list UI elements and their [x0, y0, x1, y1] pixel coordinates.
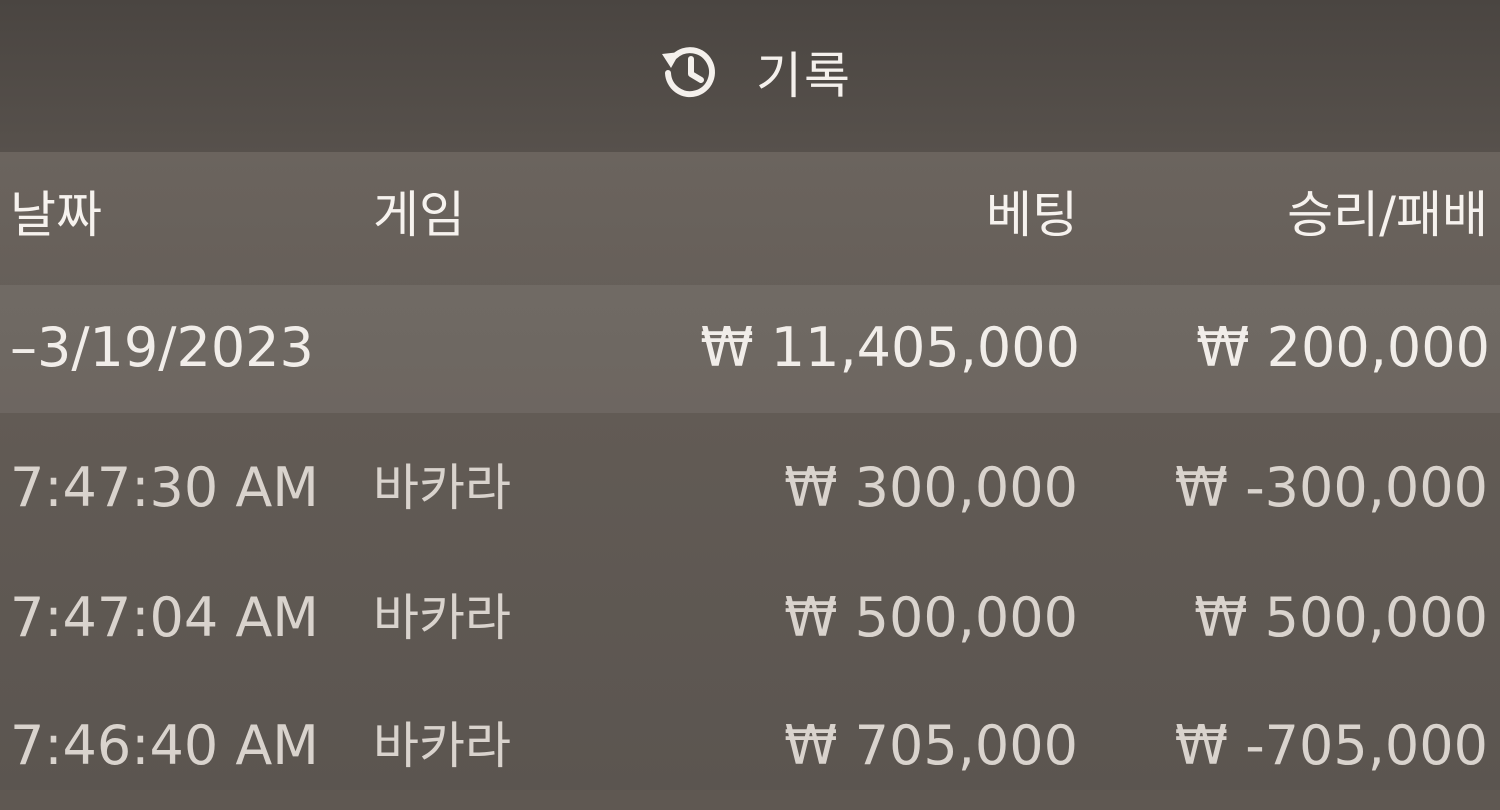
history-icon	[658, 40, 722, 104]
row-game: 바카라	[373, 459, 511, 517]
group-total-result: ₩ 200,000	[1196, 316, 1490, 379]
row-result: ₩ -300,000	[1174, 456, 1488, 519]
group-total-bet: ₩ 11,405,000	[700, 316, 1080, 379]
history-table[interactable]: 날짜 게임 베팅 승리/패배 –3/19/2023 ₩ 11,405,000 ₩…	[0, 152, 1500, 790]
row-time: 7:47:30 AM	[10, 456, 319, 519]
column-header-game: 게임	[373, 186, 465, 244]
table-row[interactable]: 7:47:04 AM 바카라 ₩ 500,000 ₩ 500,000	[0, 554, 1500, 682]
table-row[interactable]: 7:47:30 AM 바카라 ₩ 300,000 ₩ -300,000	[0, 424, 1500, 552]
page-title: 기록	[756, 47, 852, 105]
column-header-result: 승리/패배	[1287, 186, 1488, 244]
group-date: –3/19/2023	[10, 316, 314, 379]
date-group-row[interactable]: –3/19/2023 ₩ 11,405,000 ₩ 200,000	[0, 285, 1500, 413]
row-bet: ₩ 300,000	[784, 456, 1078, 519]
history-header: 기록	[0, 0, 1500, 152]
row-game: 바카라	[373, 589, 511, 647]
header-title-group: 기록	[658, 36, 852, 108]
row-bet: ₩ 500,000	[784, 586, 1078, 649]
row-result: ₩ -705,000	[1174, 714, 1488, 777]
row-time: 7:46:40 AM	[10, 714, 319, 777]
row-result: ₩ 500,000	[1194, 586, 1488, 649]
row-bet: ₩ 705,000	[784, 714, 1078, 777]
table-header-row: 날짜 게임 베팅 승리/패배	[0, 152, 1500, 285]
column-header-bet: 베팅	[986, 186, 1078, 244]
table-row[interactable]: 7:46:40 AM 바카라 ₩ 705,000 ₩ -705,000	[0, 682, 1500, 810]
row-game: 바카라	[373, 717, 511, 775]
row-time: 7:47:04 AM	[10, 586, 319, 649]
column-header-date: 날짜	[10, 186, 102, 244]
